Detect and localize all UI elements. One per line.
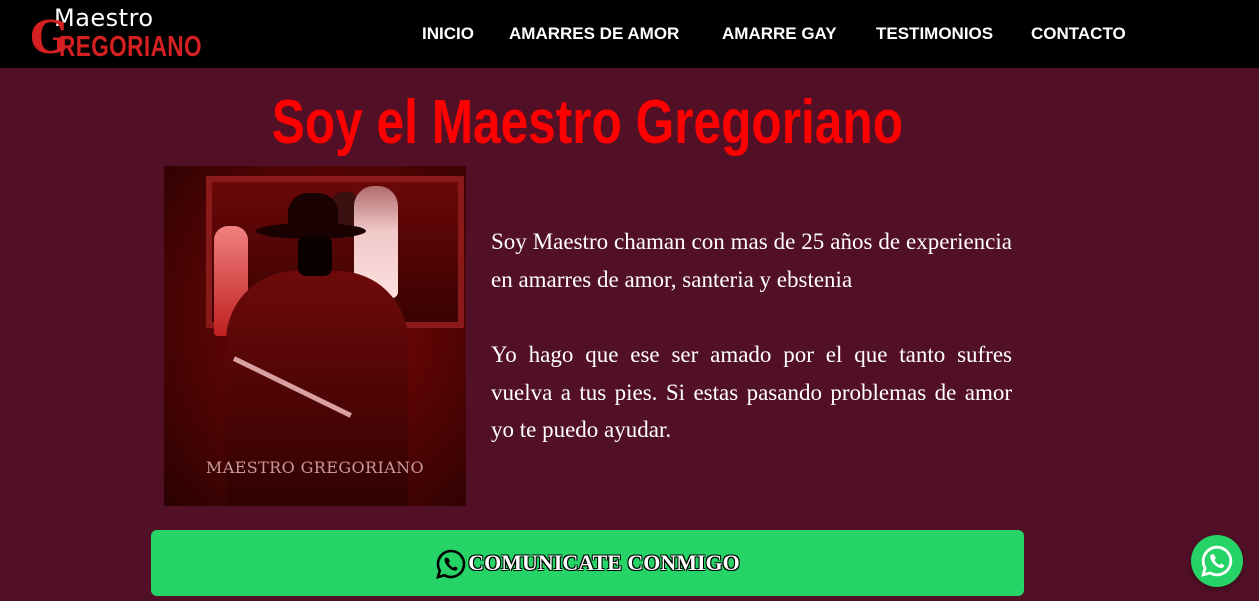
help-paragraph: Yo hago que ese ser amado por el que tan… bbox=[491, 342, 1012, 442]
whatsapp-icon bbox=[1201, 545, 1233, 577]
logo-rest-text: REGORIANO bbox=[59, 31, 203, 63]
nav-link-amarre-gay[interactable]: AMARRE GAY bbox=[722, 22, 837, 46]
cta-label: COMUNICATE CONMIGO bbox=[468, 550, 740, 575]
site-header: Maestro G REGORIANO INICIO AMARRES DE AM… bbox=[0, 0, 1259, 68]
nav-link-contacto[interactable]: CONTACTO bbox=[1031, 22, 1126, 46]
floating-whatsapp-button[interactable] bbox=[1191, 535, 1243, 587]
nav-link-amarres-de-amor[interactable]: AMARRES DE AMOR bbox=[509, 22, 679, 46]
page-title: Soy el Maestro Gregoriano bbox=[271, 88, 903, 157]
maestro-photo: MAESTRO GREGORIANO bbox=[164, 166, 466, 506]
nav-link-inicio[interactable]: INICIO bbox=[422, 22, 474, 46]
contact-whatsapp-button[interactable]: COMUNICATE CONMIGO bbox=[151, 530, 1024, 596]
cta-content: COMUNICATE CONMIGO bbox=[151, 530, 1024, 596]
photo-face-shape bbox=[298, 236, 332, 276]
nav-link-testimonios[interactable]: TESTIMONIOS bbox=[876, 22, 993, 46]
site-logo[interactable]: Maestro G REGORIANO bbox=[30, 4, 202, 65]
logo-top-text: Maestro bbox=[54, 4, 154, 32]
whatsapp-icon bbox=[436, 549, 466, 579]
photo-watermark: MAESTRO GREGORIANO bbox=[205, 458, 425, 477]
intro-paragraph: Soy Maestro chaman con mas de 25 años de… bbox=[491, 229, 1012, 292]
